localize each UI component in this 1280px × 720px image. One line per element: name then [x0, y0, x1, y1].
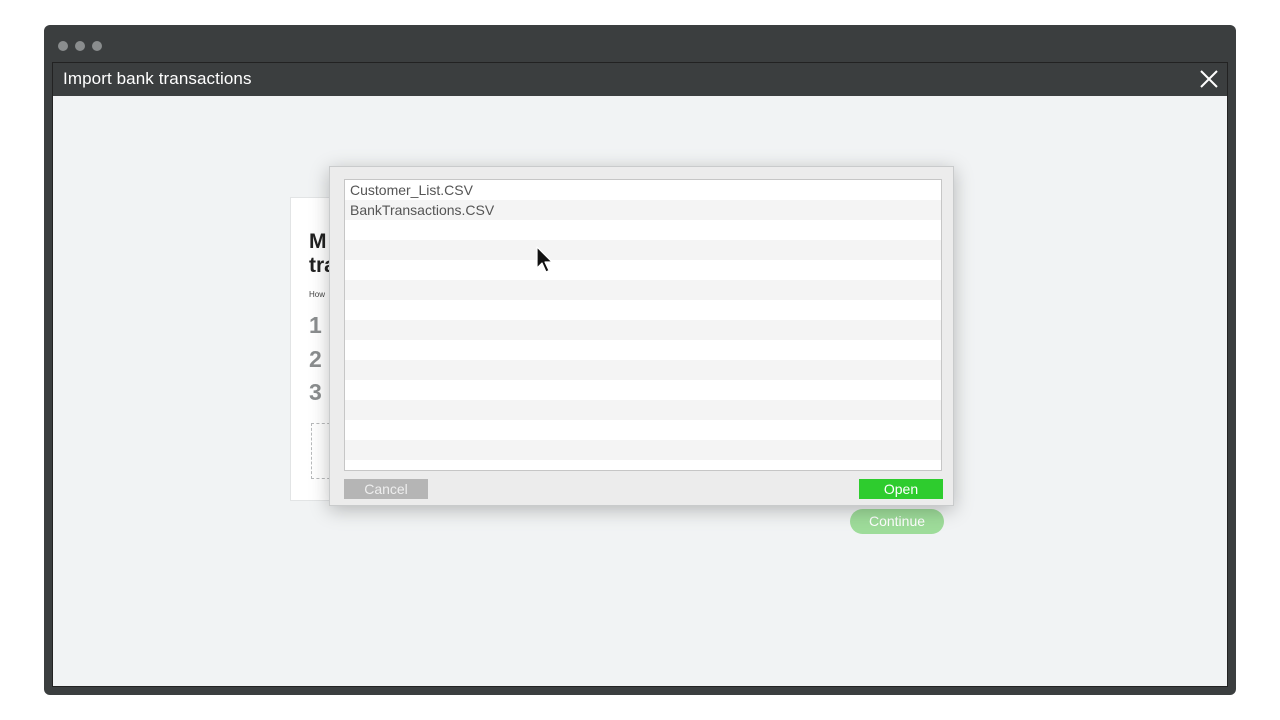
list-item — [345, 240, 941, 260]
list-item — [345, 300, 941, 320]
continue-button[interactable]: Continue — [850, 509, 944, 534]
dialog-title: Import bank transactions — [63, 69, 252, 88]
list-item — [345, 220, 941, 240]
list-item — [345, 320, 941, 340]
open-button[interactable]: Open — [859, 479, 943, 499]
import-dialog: Import bank transactions M tra How 1 2 3… — [52, 62, 1228, 687]
file-list[interactable]: Customer_List.CSV BankTransactions.CSV — [344, 179, 942, 471]
close-icon — [1200, 70, 1218, 88]
card-subtext: How — [309, 290, 326, 299]
window-dot-icon[interactable] — [58, 41, 68, 51]
file-item[interactable]: BankTransactions.CSV — [345, 200, 941, 220]
window-controls — [58, 41, 102, 51]
list-item — [345, 340, 941, 360]
list-item — [345, 400, 941, 420]
file-item[interactable]: Customer_List.CSV — [345, 180, 941, 200]
list-item — [345, 420, 941, 440]
list-item — [345, 280, 941, 300]
close-button[interactable] — [1197, 67, 1221, 91]
step-number: 3 — [309, 379, 322, 405]
mouse-pointer-icon — [536, 246, 553, 273]
dialog-header: Import bank transactions — [53, 63, 1227, 96]
window-dot-icon[interactable] — [75, 41, 85, 51]
cancel-button[interactable]: Cancel — [344, 479, 428, 499]
list-item — [345, 260, 941, 280]
browser-window: Import bank transactions M tra How 1 2 3… — [44, 25, 1236, 695]
window-dot-icon[interactable] — [92, 41, 102, 51]
file-picker-dialog: Customer_List.CSV BankTransactions.CSV C… — [329, 166, 954, 506]
step-number: 2 — [309, 346, 322, 372]
step-number: 1 — [309, 312, 322, 338]
list-item — [345, 360, 941, 380]
list-item — [345, 440, 941, 460]
list-item — [345, 380, 941, 400]
